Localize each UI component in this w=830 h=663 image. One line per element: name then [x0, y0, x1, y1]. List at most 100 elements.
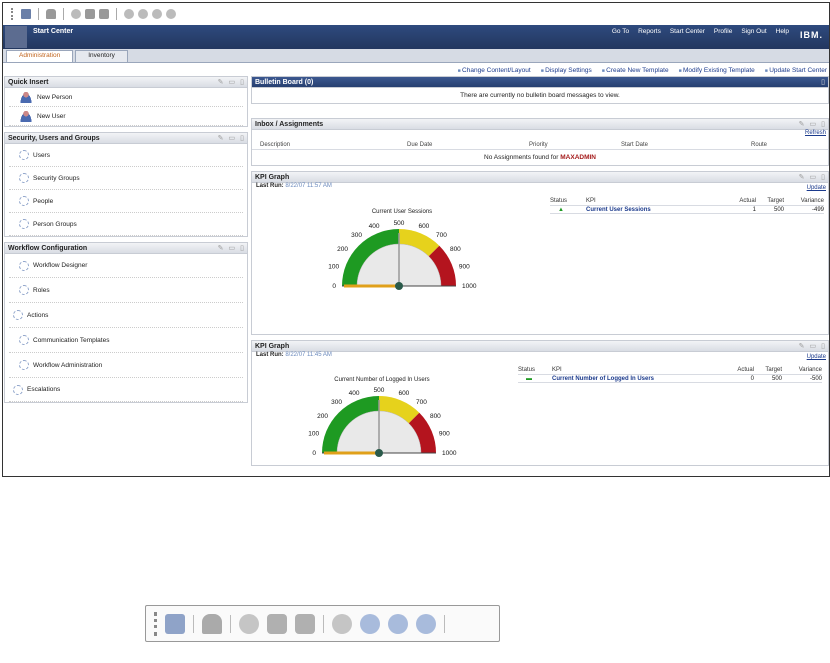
edit-icon[interactable]: ✎	[218, 78, 224, 86]
delete-icon[interactable]: ▯	[240, 244, 244, 252]
gauge-tick-label: 600	[418, 223, 429, 230]
update-link[interactable]: Update	[807, 185, 828, 195]
list-item[interactable]: Communication Templates	[9, 328, 243, 353]
pause-icon[interactable]	[332, 613, 352, 634]
last-run: Last Run: 8/22/07 11:45 AM	[256, 352, 332, 358]
fast-forward-icon[interactable]	[416, 613, 436, 634]
toolbar-grip[interactable]	[154, 611, 157, 636]
list-item[interactable]: Users	[9, 144, 243, 167]
reports-link[interactable]: Reports	[638, 28, 661, 35]
kpi-row[interactable]: ▲ Current User Sessions 1 500 -499	[550, 205, 824, 214]
edit-icon[interactable]: ✎	[799, 173, 805, 181]
kpi-portlet: KPI Graph ✎ ▭ ▯ Last Run: 8/22/07 11:57 AM…	[251, 171, 829, 335]
kpi-table: Status KPI Actual Target Variance ▲ Curr…	[550, 196, 824, 214]
list-item[interactable]: Actions	[9, 303, 243, 328]
person-groups-icon	[19, 219, 29, 229]
edit-icon[interactable]	[165, 613, 185, 634]
step-icon[interactable]	[388, 613, 408, 634]
delete-icon[interactable]: ▯	[821, 342, 825, 350]
gauge-tick-label: 300	[351, 232, 362, 239]
edit-icon[interactable]: ✎	[218, 134, 224, 142]
tab-administration[interactable]: Administration	[6, 50, 74, 62]
toolbar	[3, 3, 829, 25]
update-start-center-link[interactable]: Update Start Center	[765, 67, 827, 74]
delete-icon[interactable]: ▯	[240, 78, 244, 86]
user-icon[interactable]	[46, 9, 56, 19]
delete-icon[interactable]: ▯	[821, 78, 825, 86]
gauge-tick-label: 800	[430, 413, 441, 420]
app-title: Start Center	[33, 28, 74, 35]
gauge-tick-label: 400	[369, 223, 380, 230]
document-icon[interactable]	[85, 9, 95, 19]
gauge-tick-label: 0	[312, 450, 316, 457]
profile-link[interactable]: Profile	[714, 28, 732, 35]
stop-icon[interactable]	[295, 613, 315, 634]
edit-icon[interactable]	[21, 9, 31, 19]
start-center-link[interactable]: Start Center	[670, 28, 705, 35]
gauge-tick-label: 900	[439, 431, 450, 438]
list-item[interactable]: New User	[9, 107, 243, 126]
portlet-header: Bulletin Board (0) ▯	[252, 77, 828, 88]
list-item[interactable]: Escalations	[9, 378, 243, 402]
tab-inventory[interactable]: Inventory	[75, 50, 128, 62]
column-header[interactable]: Due Date	[407, 142, 529, 148]
list-item[interactable]: New Person	[9, 88, 243, 107]
help-link[interactable]: Help	[776, 28, 789, 35]
refresh-icon[interactable]	[239, 613, 259, 634]
column-header[interactable]: Description	[260, 142, 407, 148]
portlet-header: Inbox / Assignments ✎ ▭ ▯	[252, 119, 828, 130]
delete-icon[interactable]: ▯	[821, 173, 825, 181]
step-icon[interactable]	[152, 9, 162, 19]
create-template-link[interactable]: Create New Template	[602, 67, 668, 74]
user-icon	[19, 110, 33, 122]
portlet-header: Security, Users and Groups ✎ ▭ ▯	[5, 133, 247, 144]
minimize-icon[interactable]: ▭	[810, 120, 817, 128]
minimize-icon[interactable]: ▭	[810, 342, 817, 350]
play-icon[interactable]	[138, 9, 148, 19]
list-item[interactable]: Workflow Administration	[9, 353, 243, 378]
pause-icon[interactable]	[124, 9, 134, 19]
document-icon[interactable]	[267, 613, 287, 634]
list-item[interactable]: Security Groups	[9, 167, 243, 190]
goto-link[interactable]: Go To	[612, 28, 629, 35]
list-item[interactable]: People	[9, 190, 243, 213]
user-icon[interactable]	[202, 613, 222, 634]
refresh-icon[interactable]	[71, 9, 81, 19]
column-header[interactable]: Priority	[529, 142, 621, 148]
delete-icon[interactable]: ▯	[821, 120, 825, 128]
edit-icon[interactable]: ✎	[799, 342, 805, 350]
column-header[interactable]: Route	[751, 142, 767, 148]
kpi-header-row: Status KPI Actual Target Variance	[518, 366, 822, 373]
play-icon[interactable]	[360, 613, 380, 634]
stop-icon[interactable]	[99, 9, 109, 19]
update-link[interactable]: Update	[807, 354, 828, 364]
edit-icon[interactable]: ✎	[218, 244, 224, 252]
minimize-icon[interactable]: ▭	[229, 134, 236, 142]
kpi-row[interactable]: ▬ Current Number of Logged In Users 0 50…	[518, 374, 822, 383]
gauge-actual-bar	[344, 284, 399, 288]
gauge-tick-label: 700	[436, 232, 447, 239]
column-header[interactable]: Start Date	[621, 142, 751, 148]
portlet-controls: ✎ ▭ ▯	[799, 120, 825, 128]
list-item[interactable]: Workflow Designer	[9, 254, 243, 278]
gauge-tick-label: 500	[374, 387, 385, 394]
list-item[interactable]: Person Groups	[9, 213, 243, 236]
gauge-tick-label: 600	[398, 390, 409, 397]
minimize-icon[interactable]: ▭	[229, 78, 236, 86]
toolbar-separator	[323, 614, 324, 633]
modify-template-link[interactable]: Modify Existing Template	[679, 67, 755, 74]
right-column: Bulletin Board (0) ▯ There are currently…	[251, 76, 829, 471]
change-layout-link[interactable]: Change Content/Layout	[458, 67, 531, 74]
delete-icon[interactable]: ▯	[240, 134, 244, 142]
toolbar-grip[interactable]	[11, 8, 13, 20]
sign-out-link[interactable]: Sign Out	[741, 28, 766, 35]
edit-icon[interactable]: ✎	[799, 120, 805, 128]
display-settings-link[interactable]: Display Settings	[541, 67, 592, 74]
portlet-controls: ▯	[821, 78, 825, 86]
minimize-icon[interactable]: ▭	[229, 244, 236, 252]
refresh-link[interactable]: Refresh	[252, 130, 828, 140]
minimize-icon[interactable]: ▭	[810, 173, 817, 181]
list-item[interactable]: Roles	[9, 278, 243, 303]
person-icon	[19, 91, 33, 103]
fast-forward-icon[interactable]	[166, 9, 176, 19]
